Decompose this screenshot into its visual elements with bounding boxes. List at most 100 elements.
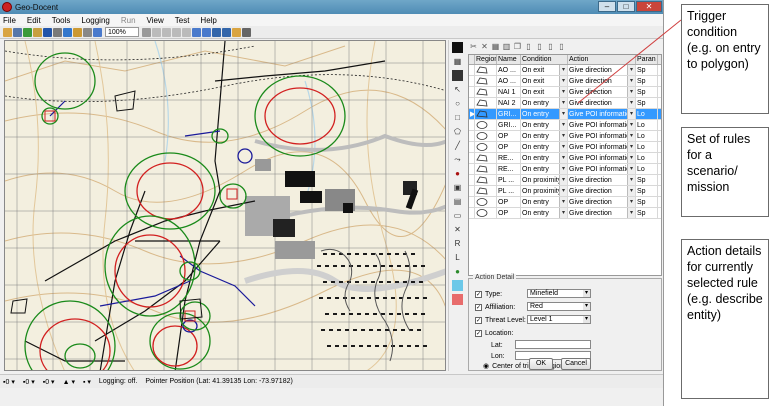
- menu-help[interactable]: Help: [200, 16, 216, 25]
- condition-select[interactable]: On entry: [521, 131, 568, 141]
- stop-icon[interactable]: [172, 27, 181, 37]
- table-row[interactable]: OPOn entryGive POI informationLo: [469, 142, 661, 153]
- status-tool2-icon[interactable]: ▪ ▾: [83, 378, 91, 386]
- condition-select[interactable]: On proximity: [521, 186, 568, 196]
- condition-select[interactable]: On entry: [521, 197, 568, 207]
- path-tool-icon[interactable]: ⤳: [452, 154, 463, 165]
- table-row[interactable]: RE...On entryGive POI informationLo: [469, 153, 661, 164]
- pointer-icon[interactable]: ↖: [452, 84, 463, 95]
- condition-select[interactable]: On exit: [521, 65, 568, 75]
- action-select[interactable]: Give POI information: [568, 131, 636, 141]
- condition-select[interactable]: On entry: [521, 120, 568, 130]
- condition-select[interactable]: On entry: [521, 109, 568, 119]
- condition-select[interactable]: On entry: [521, 208, 568, 218]
- menu-tools[interactable]: Tools: [52, 16, 71, 25]
- layers-icon[interactable]: [33, 27, 42, 37]
- globe-icon[interactable]: [23, 27, 32, 37]
- doc-icon[interactable]: ▯: [524, 42, 533, 51]
- table-row[interactable]: OPOn entryGive directionSp: [469, 208, 661, 219]
- zoom-tool-icon[interactable]: [93, 27, 102, 37]
- doc4-icon[interactable]: ▯: [557, 42, 566, 51]
- lat-input[interactable]: [515, 340, 591, 349]
- folder-icon[interactable]: ▭: [452, 210, 463, 221]
- table-row[interactable]: PL ...On proximityGive directionSp: [469, 175, 661, 186]
- open-folder-icon[interactable]: [3, 27, 12, 37]
- table-row[interactable]: PL ...On proximityGive directionSp: [469, 186, 661, 197]
- layer-icon[interactable]: [452, 70, 463, 81]
- action-select[interactable]: Give direction: [568, 65, 636, 75]
- table-row[interactable]: ▶GRI...On entryGive POI informationLo: [469, 109, 661, 120]
- type-select[interactable]: Minefield: [527, 289, 591, 298]
- action-select[interactable]: Give direction: [568, 175, 636, 185]
- speaker-icon[interactable]: [232, 27, 241, 37]
- action-select[interactable]: Give POI information: [568, 142, 636, 152]
- pause-icon[interactable]: [162, 27, 171, 37]
- grid-icon[interactable]: [43, 27, 52, 37]
- cut-icon[interactable]: ✂: [469, 42, 478, 51]
- action-select[interactable]: Give direction: [568, 208, 636, 218]
- action-select[interactable]: Give direction: [568, 87, 636, 97]
- menu-edit[interactable]: Edit: [27, 16, 41, 25]
- col-param[interactable]: Paran: [636, 55, 658, 64]
- menu-file[interactable]: File: [3, 16, 16, 25]
- cyan-swatch-icon[interactable]: [452, 280, 463, 291]
- close-button[interactable]: ✕: [636, 1, 662, 12]
- image-tool-icon[interactable]: ▣: [452, 182, 463, 193]
- blue-circle-icon[interactable]: [63, 27, 72, 37]
- action-select[interactable]: Give direction: [568, 76, 636, 86]
- copy-small-icon[interactable]: ❐: [513, 42, 522, 51]
- red-swatch-icon[interactable]: [452, 294, 463, 305]
- condition-select[interactable]: On entry: [521, 164, 568, 174]
- action-select[interactable]: Give POI information: [568, 120, 636, 130]
- action-select[interactable]: Give POI information: [568, 153, 636, 163]
- remove-icon[interactable]: ✕: [480, 42, 489, 51]
- condition-select[interactable]: On entry: [521, 153, 568, 163]
- table-row[interactable]: OPOn entryGive directionSp: [469, 197, 661, 208]
- menu-test[interactable]: Test: [175, 16, 190, 25]
- col-action[interactable]: Action: [568, 55, 636, 64]
- table-row[interactable]: NAI 2On entryGive directionSp: [469, 98, 661, 109]
- condition-select[interactable]: On entry: [521, 98, 568, 108]
- col-condition[interactable]: Condition: [521, 55, 568, 64]
- action-select[interactable]: Give POI information: [568, 109, 636, 119]
- table-row[interactable]: OPOn entryGive POI informationLo: [469, 131, 661, 142]
- table-row[interactable]: GRI...On entryGive POI informationLo: [469, 120, 661, 131]
- delete-icon[interactable]: ✕: [452, 224, 463, 235]
- action-select[interactable]: Give direction: [568, 186, 636, 196]
- rect-tool-icon[interactable]: □: [452, 112, 463, 123]
- window-icon[interactable]: [212, 27, 221, 37]
- table-row[interactable]: AO ...On exitGive directionSp: [469, 65, 661, 76]
- condition-select[interactable]: On entry: [521, 142, 568, 152]
- map-canvas[interactable]: [4, 40, 446, 371]
- col-region[interactable]: Region: [475, 55, 497, 64]
- menu-view[interactable]: View: [147, 16, 164, 25]
- zoom-select[interactable]: 100%: [105, 27, 139, 37]
- table-row[interactable]: NAI 1On exitGive directionSp: [469, 87, 661, 98]
- condition-select[interactable]: On proximity: [521, 175, 568, 185]
- step-icon[interactable]: [182, 27, 191, 37]
- panel-icon[interactable]: [222, 27, 231, 37]
- doc3-icon[interactable]: ▯: [546, 42, 555, 51]
- circle-tool-icon[interactable]: ○: [452, 98, 463, 109]
- target-icon[interactable]: [53, 27, 62, 37]
- globe-tool-icon[interactable]: ●: [452, 266, 463, 277]
- status-counter-2[interactable]: ▪0 ▾: [23, 378, 35, 386]
- color-swatch-icon[interactable]: [452, 42, 463, 53]
- copy-icon[interactable]: [192, 27, 201, 37]
- status-counter-3[interactable]: ▪0 ▾: [43, 378, 55, 386]
- location-checkbox[interactable]: ✓: [475, 329, 482, 337]
- affiliation-checkbox[interactable]: ✓: [475, 303, 482, 311]
- center-radio[interactable]: ◉: [483, 362, 489, 370]
- cancel-button[interactable]: Cancel: [561, 358, 591, 370]
- status-counter-1[interactable]: ▪0 ▾: [3, 378, 15, 386]
- play-icon[interactable]: [152, 27, 161, 37]
- doc2-icon[interactable]: ▯: [535, 42, 544, 51]
- select-tool-icon[interactable]: [83, 27, 92, 37]
- save-icon[interactable]: [13, 27, 22, 37]
- palette-icon[interactable]: ▦: [452, 56, 463, 67]
- minimize-button[interactable]: –: [598, 1, 616, 12]
- affiliation-select[interactable]: Red: [527, 302, 591, 311]
- grid-small-icon[interactable]: ▥: [502, 42, 511, 51]
- type-checkbox[interactable]: ✓: [475, 290, 482, 298]
- action-select[interactable]: Give direction: [568, 98, 636, 108]
